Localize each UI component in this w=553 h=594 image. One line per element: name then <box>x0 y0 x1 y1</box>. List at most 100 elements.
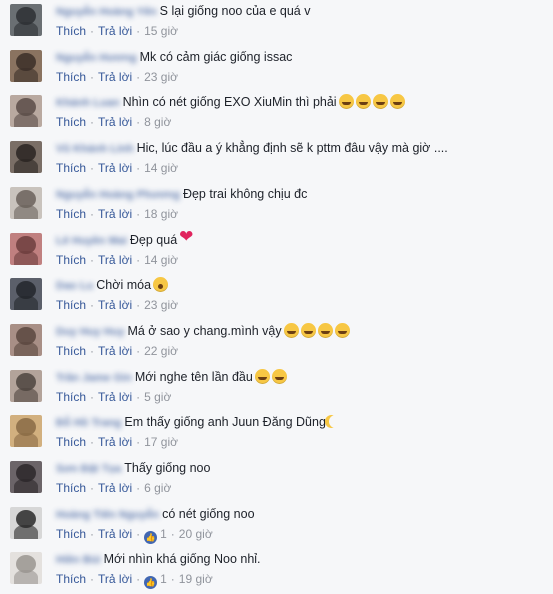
avatar[interactable] <box>10 370 42 402</box>
comment-text: Mới nhìn khá giống Noo nhỉ. <box>103 552 261 566</box>
avatar[interactable] <box>10 233 42 265</box>
comment-author-link[interactable]: Nguyễn Hoàng Yến <box>56 4 157 20</box>
comment-timestamp[interactable]: 23 giờ <box>144 70 178 84</box>
comment-text: Má ở sao y chang.mình vậy <box>127 324 282 338</box>
like-link[interactable]: Thích <box>56 70 86 84</box>
like-link[interactable]: Thích <box>56 572 86 586</box>
separator-dot: · <box>136 527 141 541</box>
reply-link[interactable]: Trả lời <box>98 207 132 221</box>
like-count[interactable]: 1 <box>160 572 167 586</box>
reply-link[interactable]: Trả lời <box>98 435 132 449</box>
comment-timestamp[interactable]: 20 giờ <box>179 527 213 541</box>
comment-body: Dao Lu Chời móa <box>56 277 169 294</box>
comment-author-link[interactable]: Vũ Khánh Linh <box>56 141 134 157</box>
comment-body: Hoàng Tiến Nguyễn có nét giống noo <box>56 506 255 523</box>
like-link[interactable]: Thích <box>56 344 86 358</box>
like-link[interactable]: Thích <box>56 481 86 495</box>
comment-timestamp[interactable]: 14 giờ <box>144 253 178 267</box>
reply-link[interactable]: Trả lời <box>98 572 132 586</box>
comment-timestamp[interactable]: 5 giờ <box>144 390 171 404</box>
avatar-body-shape <box>14 205 38 219</box>
comment-author-link[interactable]: Hiền Bùi <box>56 552 101 568</box>
separator-dot: · <box>90 207 95 221</box>
comment-author-link[interactable]: Đỗ Hồ Trang <box>56 415 121 431</box>
comment-author-link[interactable]: Nguyễn Hoàng Phương <box>56 187 180 203</box>
separator-dot: · <box>90 481 95 495</box>
comment: Hoàng Tiến Nguyễn có nét giống noo Thích · T… <box>0 503 553 549</box>
reply-link[interactable]: Trả lời <box>98 253 132 267</box>
separator-dot: · <box>90 344 95 358</box>
comment-timestamp[interactable]: 14 giờ <box>144 161 178 175</box>
avatar[interactable] <box>10 324 42 356</box>
like-link[interactable]: Thích <box>56 161 86 175</box>
comment: Khánh Luan Nhìn có nét giống EXO XiuMin t… <box>0 91 553 137</box>
like-link[interactable]: Thích <box>56 115 86 129</box>
comment-timestamp[interactable]: 23 giờ <box>144 298 178 312</box>
comment-author-link[interactable]: Trần Jame Gin <box>56 370 132 386</box>
comment: Lê Huyền MaiĐẹp quáThích·Trả lời·14 giờ <box>0 229 553 275</box>
like-link[interactable]: Thích <box>56 207 86 221</box>
comment-author-link[interactable]: Lê Huyền Mai <box>56 233 127 249</box>
separator-dot: · <box>90 70 95 84</box>
comment-author-link[interactable]: Duy Huy Huy <box>56 324 124 340</box>
avatar-body-shape <box>14 159 38 173</box>
smirk-emoji <box>254 369 270 384</box>
comment-body: Đỗ Hồ Trang Em thấy giống anh Juun Đăng D… <box>56 414 343 431</box>
separator-dot: · <box>170 572 175 586</box>
comment-timestamp[interactable]: 6 giờ <box>144 481 171 495</box>
like-link[interactable]: Thích <box>56 435 86 449</box>
avatar[interactable] <box>10 461 42 493</box>
like-link[interactable]: Thích <box>56 253 86 267</box>
comment-author-link[interactable]: Dao Lu <box>56 278 93 294</box>
comment-timestamp[interactable]: 18 giờ <box>144 207 178 221</box>
reply-link[interactable]: Trả lời <box>98 527 132 541</box>
avatar[interactable] <box>10 278 42 310</box>
comment-actions: Thích · Trả lời · 15 giờ <box>56 24 178 38</box>
reply-link[interactable]: Trả lời <box>98 161 132 175</box>
avatar[interactable] <box>10 50 42 82</box>
comment-author-link[interactable]: Hoàng Tiến Nguyễn <box>56 507 159 523</box>
reply-link[interactable]: Trả lời <box>98 481 132 495</box>
like-link[interactable]: Thích <box>56 24 86 38</box>
comment-author-link[interactable]: Nguyễn Hương <box>56 50 137 66</box>
avatar[interactable] <box>10 187 42 219</box>
separator-dot: · <box>90 572 95 586</box>
reply-link[interactable]: Trả lời <box>98 115 132 129</box>
comment-actions: Thích · Trả lời · 14 giờ <box>56 161 178 175</box>
reply-link[interactable]: Trả lời <box>98 24 132 38</box>
like-link[interactable]: Thích <box>56 390 86 404</box>
comment-timestamp[interactable]: 8 giờ <box>144 115 171 129</box>
separator-dot: · <box>136 572 141 586</box>
comment-timestamp[interactable]: 22 giờ <box>144 344 178 358</box>
avatar[interactable] <box>10 552 42 584</box>
comment-timestamp[interactable]: 15 giờ <box>144 24 178 38</box>
separator-dot: · <box>136 298 141 312</box>
like-count[interactable]: 1 <box>160 527 167 541</box>
separator-dot: · <box>136 435 141 449</box>
avatar[interactable] <box>10 141 42 173</box>
rofl-emoji <box>389 94 405 109</box>
separator-dot: · <box>136 24 141 38</box>
like-link[interactable]: Thích <box>56 527 86 541</box>
avatar-body-shape <box>14 570 38 584</box>
rofl-emoji <box>338 94 354 109</box>
reply-link[interactable]: Trả lời <box>98 344 132 358</box>
separator-dot: · <box>90 115 95 129</box>
comment-timestamp[interactable]: 19 giờ <box>179 572 213 586</box>
reply-link[interactable]: Trả lời <box>98 390 132 404</box>
comment-author-link[interactable]: Sơn Đặt Tọa <box>56 461 121 477</box>
reply-link[interactable]: Trả lời <box>98 70 132 84</box>
comment-author-link[interactable]: Khánh Luan <box>56 95 120 111</box>
comment: Trần Jame Gin Mới nghe tên lần đầu Thích · T… <box>0 366 553 412</box>
comment-actions: Thích · Trả lời · 8 giờ <box>56 115 171 129</box>
avatar[interactable] <box>10 4 42 36</box>
comment-body: Trần Jame Gin Mới nghe tên lần đầu <box>56 369 287 386</box>
comment-text: Mới nghe tên lần đầu <box>134 370 253 384</box>
comment-timestamp[interactable]: 17 giờ <box>144 435 178 449</box>
avatar[interactable] <box>10 507 42 539</box>
avatar[interactable] <box>10 95 42 127</box>
avatar[interactable] <box>10 415 42 447</box>
like-link[interactable]: Thích <box>56 298 86 312</box>
reply-link[interactable]: Trả lời <box>98 298 132 312</box>
grin-emoji <box>317 323 333 338</box>
